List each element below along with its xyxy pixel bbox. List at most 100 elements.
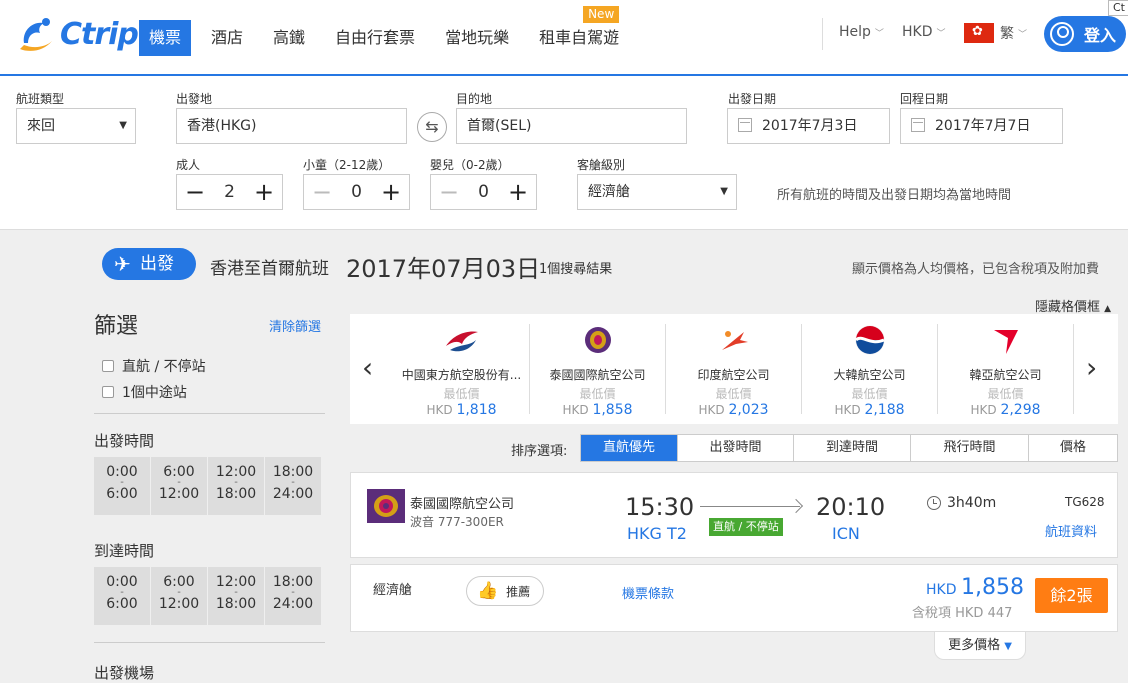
airline-card[interactable]: 韓亞航空公司 最低價 HKD 2,298: [938, 324, 1074, 418]
fare-cabin: 經濟艙: [373, 583, 413, 598]
brand-name: Ctrip: [60, 16, 139, 52]
caret-down-icon: ▼: [119, 120, 127, 131]
fare-tax: 含稅項 HKD 447: [912, 606, 1013, 621]
dep-time-grid: 0:00-6:00 6:00-12:00 12:00-18:00 18:00-2…: [94, 457, 321, 515]
price-value: 2,188: [864, 402, 905, 418]
minus-button[interactable]: −: [439, 175, 459, 209]
arr-time-grid: 0:00-6:00 6:00-12:00 12:00-18:00 18:00-2…: [94, 567, 321, 625]
sort-departure[interactable]: 出發時間: [678, 435, 794, 461]
fare-amount: 1,858: [960, 575, 1024, 600]
slot-end: 6:00: [106, 486, 138, 502]
chevron-down-icon: ﹀: [936, 28, 946, 39]
from-value: 香港(HKG): [187, 118, 257, 134]
slot-end: 24:00: [272, 486, 314, 502]
flight-search-form: 航班類型 來回 ▼ 出發地 香港(HKG) ⇆ 目的地 首爾(SEL) 出發日期…: [0, 76, 1128, 230]
plus-button[interactable]: +: [254, 175, 274, 209]
fare-rules-link[interactable]: 機票條款: [622, 583, 674, 602]
time-slot[interactable]: 6:00-12:00: [151, 567, 207, 625]
price-value: 1,818: [456, 402, 497, 418]
login-label: 登入: [1084, 26, 1117, 45]
airline-card[interactable]: 泰國國際航空公司 最低價 HKD 1,858: [530, 324, 666, 418]
more-prices-toggle[interactable]: 更多價格 ▼: [934, 632, 1026, 660]
to-input[interactable]: 首爾(SEL): [456, 108, 687, 144]
nav-packages[interactable]: 自由行套票: [325, 20, 425, 56]
price-value: 2,298: [1000, 402, 1041, 418]
arrow-right-icon: [700, 506, 800, 507]
trip-type-select[interactable]: 來回 ▼: [16, 108, 136, 144]
from-input[interactable]: 香港(HKG): [176, 108, 407, 144]
time-slot[interactable]: 12:00-18:00: [208, 457, 264, 515]
book-button[interactable]: 餘2張: [1035, 578, 1108, 613]
nav-label: 高鐵: [273, 28, 306, 47]
minus-button[interactable]: −: [185, 175, 205, 209]
checkbox[interactable]: [102, 386, 114, 398]
price-value: 1,858: [592, 402, 633, 418]
plus-button[interactable]: +: [508, 175, 528, 209]
time-slot[interactable]: 12:00-18:00: [208, 567, 264, 625]
airline-price: HKD 1,818: [394, 402, 529, 418]
infant-value: 0: [478, 182, 489, 202]
help-menu[interactable]: Help ﹀: [839, 24, 884, 40]
nav-label: 當地玩樂: [445, 28, 510, 47]
language-menu[interactable]: 繁﹀: [964, 23, 1027, 43]
cabin-label: 客艙級別: [577, 158, 626, 172]
duration-value: 3h40m: [947, 495, 997, 511]
arrival-time: 20:10: [816, 493, 886, 521]
filter-title: 篩選: [94, 314, 139, 339]
depart-date-input[interactable]: 2017年7月3日: [727, 108, 890, 144]
minus-button[interactable]: −: [312, 175, 332, 209]
hide-price-toggle[interactable]: 隱藏格價框 ▲: [1035, 296, 1111, 315]
calendar-icon: [911, 118, 925, 132]
airline-card[interactable]: 大韓航空公司 最低價 HKD 2,188: [802, 324, 938, 418]
tooltip-fragment: Ct: [1108, 0, 1128, 16]
time-slot[interactable]: 0:00-6:00: [94, 457, 150, 515]
currency-menu[interactable]: HKD ﹀: [902, 24, 946, 40]
sort-duration[interactable]: 飛行時間: [911, 435, 1029, 461]
currency: HKD: [970, 403, 997, 417]
departure-airport[interactable]: HKG T2: [627, 524, 687, 543]
to-value: 首爾(SEL): [467, 118, 532, 134]
sort-arrival[interactable]: 到達時間: [794, 435, 911, 461]
fare-currency: HKD: [926, 582, 957, 598]
swap-cities-icon[interactable]: ⇆: [417, 112, 447, 142]
flight-airline: 泰國國際航空公司: [410, 497, 515, 512]
airline-card[interactable]: 中國東方航空股份有... 最低價 HKD 1,818: [394, 324, 530, 418]
chevron-left-icon[interactable]: ‹: [362, 354, 373, 382]
cabin-select[interactable]: 經濟艙 ▼: [577, 174, 737, 210]
air-india-logo-icon: [666, 324, 801, 358]
time-slot[interactable]: 6:00-12:00: [151, 457, 207, 515]
chevron-right-icon[interactable]: ›: [1086, 354, 1097, 382]
airline-card[interactable]: 印度航空公司 最低價 HKD 2,023: [666, 324, 802, 418]
time-slot[interactable]: 18:00-24:00: [265, 567, 321, 625]
nav-trains[interactable]: 高鐵: [263, 20, 315, 56]
ctrip-logo[interactable]: Ctrip: [16, 12, 139, 56]
nav-label: 機票: [149, 28, 182, 47]
nav-flights[interactable]: 機票: [139, 20, 192, 56]
hide-price-label: 隱藏格價框: [1035, 300, 1101, 315]
filter-one-stop[interactable]: 1個中途站: [102, 382, 187, 402]
hong-kong-flag-icon: [964, 23, 994, 43]
time-slot[interactable]: 0:00-6:00: [94, 567, 150, 625]
chevron-down-icon: ﹀: [874, 28, 884, 39]
filter-divider: [94, 642, 325, 643]
airline-price: HKD 1,858: [530, 402, 665, 418]
time-slot[interactable]: 18:00-24:00: [265, 457, 321, 515]
login-button[interactable]: 登入: [1044, 16, 1126, 52]
chevron-down-icon: ﹀: [1018, 29, 1028, 40]
nav-hotels[interactable]: 酒店: [201, 20, 253, 56]
clear-filter-link[interactable]: 清除篩選: [269, 316, 321, 335]
nav-activities[interactable]: 當地玩樂: [435, 20, 519, 56]
language-label: 繁: [1000, 26, 1014, 42]
direct-badge: 直航 / 不停站: [709, 518, 783, 536]
filter-direct-label: 直航 / 不停站: [122, 359, 206, 375]
arrival-airport[interactable]: ICN: [832, 524, 860, 543]
return-date-input[interactable]: 2017年7月7日: [900, 108, 1063, 144]
flight-detail-link[interactable]: 航班資料: [1045, 521, 1097, 540]
sort-direct[interactable]: 直航優先: [581, 435, 678, 461]
nav-car-rental[interactable]: 租車自駕遊 New: [529, 6, 629, 56]
thai-airways-logo-icon: [530, 324, 665, 358]
checkbox[interactable]: [102, 360, 114, 372]
sort-price[interactable]: 價格: [1029, 435, 1117, 461]
plus-button[interactable]: +: [381, 175, 401, 209]
filter-direct[interactable]: 直航 / 不停站: [102, 356, 206, 376]
